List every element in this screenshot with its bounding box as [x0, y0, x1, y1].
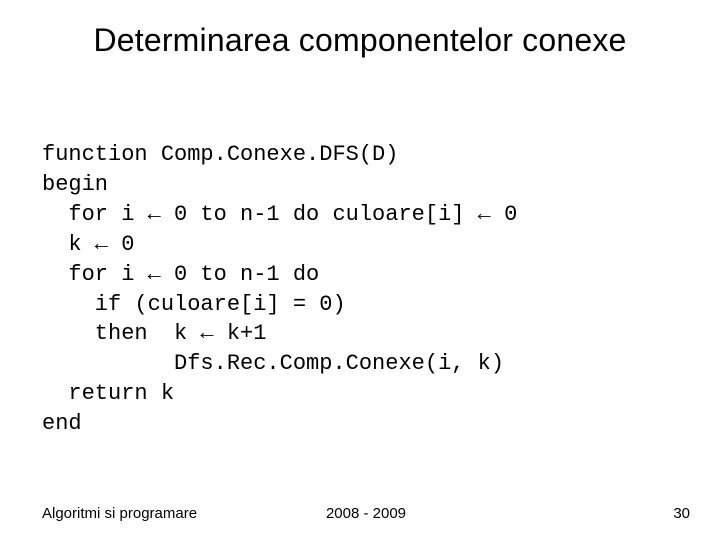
footer-left: Algoritmi si programare [42, 505, 197, 522]
pseudocode-block: function Comp.Conexe.DFS(D) begin for i … [42, 140, 680, 439]
footer-page-number: 30 [673, 505, 690, 522]
footer: Algoritmi si programare 2008 - 2009 30 [42, 505, 690, 522]
slide: Determinarea componentelor conexe functi… [0, 0, 720, 540]
slide-title: Determinarea componentelor conexe [0, 22, 720, 59]
